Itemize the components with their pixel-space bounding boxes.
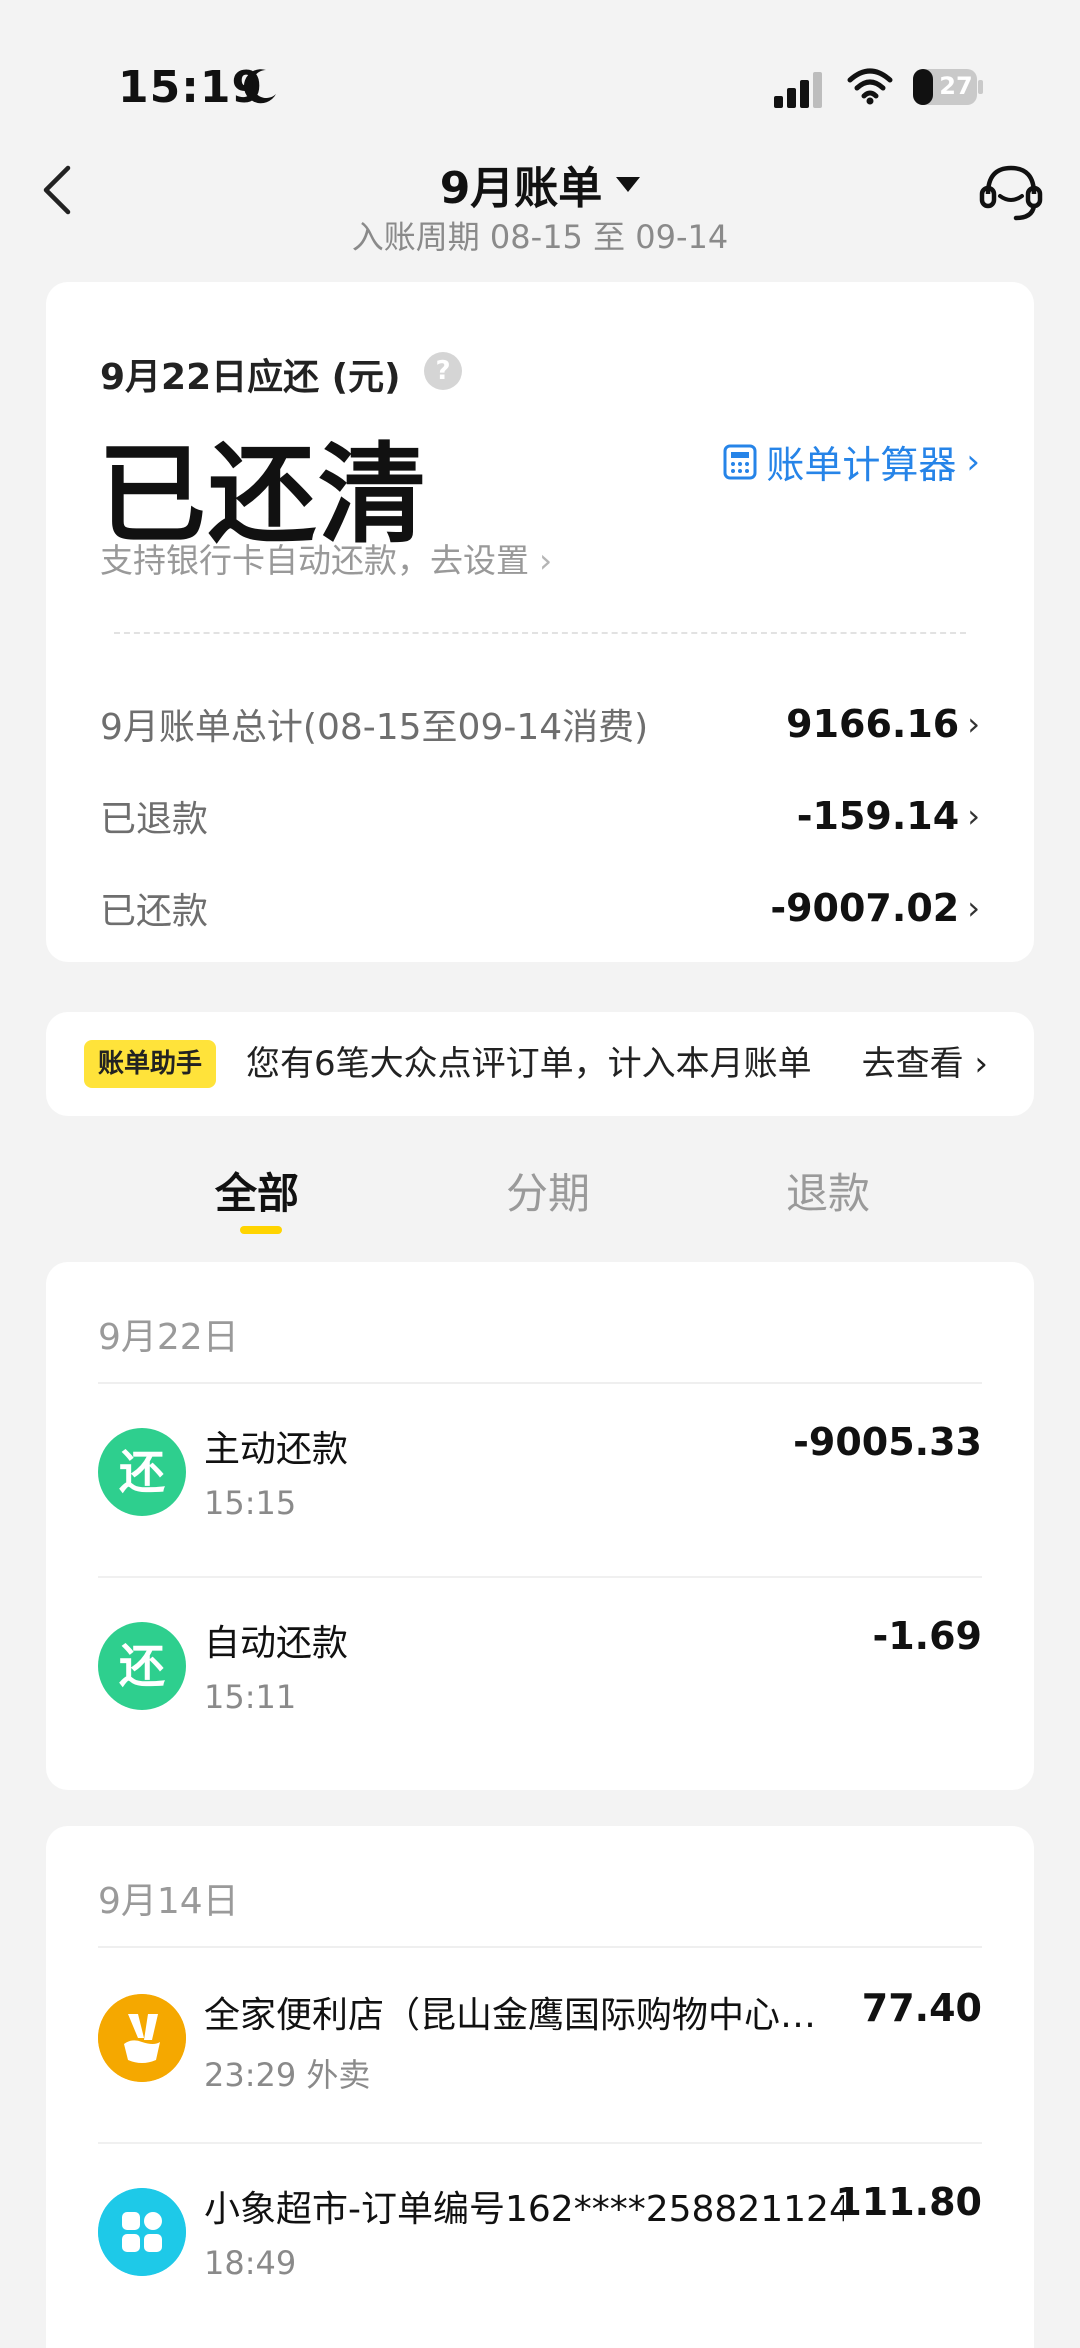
due-date-label: 9月22日应还 (元): [100, 357, 401, 398]
chevron-right-icon: ›: [967, 797, 980, 835]
active-tab-indicator: [240, 1226, 282, 1234]
bill-row-value: -9007.02: [770, 886, 960, 930]
bill-row-value: 9166.16: [786, 702, 960, 746]
chevron-right-icon: ›: [966, 441, 980, 482]
billing-period: 入账周期 08-15 至 09-14: [351, 218, 729, 256]
assistant-message: 您有6笔大众点评订单，计入本月账单: [246, 1044, 812, 1084]
status-bar: 15:19 27: [0, 0, 1080, 150]
tab-refunds[interactable]: 退款: [786, 1160, 870, 1221]
bill-total-row[interactable]: 9月账单总计(08-15至09-14消费) 9166.16 ›: [100, 694, 980, 754]
transaction-amount: 111.80: [835, 2180, 982, 2224]
repaid-row[interactable]: 已还款 -9007.02 ›: [100, 878, 980, 938]
bill-row-label: 已还款: [100, 891, 209, 932]
bill-calculator-label: 账单计算器: [766, 443, 957, 487]
transaction-group: 9月14日 全家便利店（昆山金鹰国际购物中心… 23:29 外卖 77.40 小…: [46, 1826, 1034, 2348]
supermarket-grid-icon: [98, 2188, 186, 2276]
transaction-row[interactable]: 还 主动还款 15:15 -9005.33: [98, 1420, 982, 1550]
transaction-time: 15:11: [204, 1678, 297, 1716]
group-date: 9月14日: [98, 1881, 239, 1922]
transaction-time: 15:15: [204, 1484, 297, 1522]
bill-summary-card: 9月22日应还 (元) ? 已还清 账单计算器 › 支持银行卡自动还款，去设置 ›…: [46, 282, 1034, 974]
divider: [98, 1946, 982, 1948]
signal-icon: [774, 72, 822, 108]
chevron-down-icon: [616, 176, 641, 192]
bill-row-value-wrap: -9007.02 ›: [770, 886, 980, 930]
transaction-row[interactable]: 还 自动还款 15:11 -1.69: [98, 1614, 982, 1744]
repay-icon: 还: [98, 1428, 186, 1516]
transaction-group: 9月22日 还 主动还款 15:15 -9005.33 还 自动还款 15:11…: [46, 1262, 1034, 1790]
calculator-icon: [723, 444, 757, 479]
group-date: 9月22日: [98, 1317, 239, 1358]
refunded-row[interactable]: 已退款 -159.14 ›: [100, 786, 980, 846]
chevron-right-icon: ›: [967, 889, 980, 927]
divider: [98, 1382, 982, 1384]
divider: [98, 1576, 982, 1578]
bill-calculator-link[interactable]: 账单计算器 ›: [722, 434, 980, 489]
tab-all[interactable]: 全部: [215, 1160, 299, 1221]
header-title-button[interactable]: 9月账单: [0, 152, 1080, 216]
chevron-right-icon: ›: [539, 541, 553, 580]
dashed-divider: [114, 632, 966, 634]
transaction-row[interactable]: 全家便利店（昆山金鹰国际购物中心… 23:29 外卖 77.40: [98, 1986, 982, 2116]
transaction-time: 18:49: [204, 2244, 297, 2282]
auto-repay-label: 支持银行卡自动还款，去设置: [100, 541, 529, 580]
transaction-amount: -1.69: [872, 1614, 982, 1658]
chevron-right-icon: ›: [974, 1044, 988, 1084]
wifi-icon: [847, 68, 893, 105]
transaction-row[interactable]: 小象超市-订单编号162****258821124 18:49 111.80: [98, 2180, 982, 2310]
bill-row-value: -159.14: [796, 794, 960, 838]
transaction-amount: -9005.33: [793, 1420, 982, 1464]
auto-repay-settings-link[interactable]: 支持银行卡自动还款，去设置 ›: [100, 534, 552, 582]
divider: [98, 2142, 982, 2144]
battery-level: 27: [939, 72, 973, 100]
bill-row-value-wrap: 9166.16 ›: [786, 702, 980, 746]
transaction-title: 全家便利店（昆山金鹰国际购物中心…: [204, 1995, 817, 2036]
transaction-title: 主动还款: [204, 1429, 349, 1470]
repay-icon: 还: [98, 1622, 186, 1710]
chevron-right-icon: ›: [967, 705, 980, 743]
bill-row-label: 9月账单总计(08-15至09-14消费): [100, 707, 649, 748]
transaction-amount: 77.40: [861, 1986, 982, 2030]
bill-row-label: 已退款: [100, 799, 209, 840]
food-delivery-icon: [98, 1994, 186, 2082]
bill-row-value-wrap: -159.14 ›: [797, 794, 980, 838]
tab-installments[interactable]: 分期: [506, 1160, 590, 1221]
moon-icon: [243, 69, 276, 104]
page-title: 9月账单: [439, 163, 603, 214]
transaction-title: 小象超市-订单编号162****258821124: [204, 2189, 844, 2230]
ticket-scallop-edge: [94, 962, 1002, 974]
transaction-title: 自动还款: [204, 1623, 349, 1664]
assistant-badge: 账单助手: [84, 1040, 217, 1088]
filter-tabs: 全部 分期 退款: [0, 1160, 1080, 1240]
view-orders-label: 去查看: [861, 1044, 964, 1084]
transaction-time: 23:29 外卖: [204, 2056, 371, 2094]
help-icon[interactable]: ?: [424, 352, 462, 390]
customer-service-icon[interactable]: [976, 160, 1046, 224]
view-orders-link[interactable]: 去查看 ›: [862, 1040, 988, 1088]
bill-assistant-bar[interactable]: 账单助手 您有6笔大众点评订单，计入本月账单 去查看 ›: [46, 1012, 1034, 1116]
